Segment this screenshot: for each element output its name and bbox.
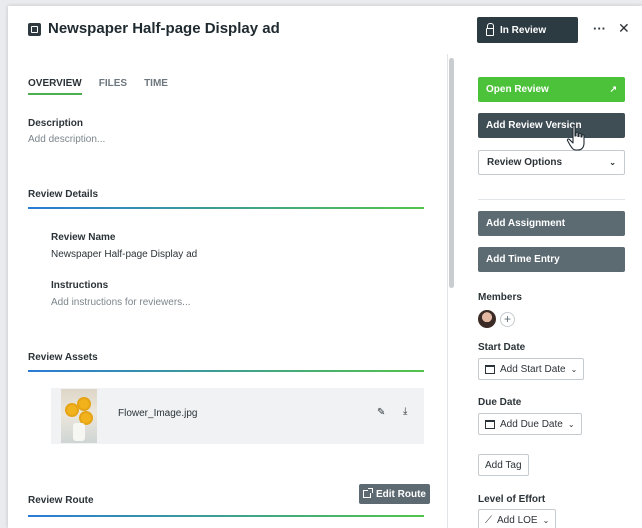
review-icon bbox=[28, 23, 41, 36]
more-options-icon[interactable]: ··· bbox=[593, 21, 606, 36]
status-button[interactable]: In Review bbox=[477, 17, 578, 43]
add-due-date-button[interactable]: Add Due Date ⌄ bbox=[478, 413, 582, 435]
avatar[interactable] bbox=[478, 310, 496, 328]
calendar-icon bbox=[485, 419, 495, 429]
tab-bar: OVERVIEW FILES TIME bbox=[28, 78, 168, 95]
asset-row[interactable]: Flower_Image.jpg ✎ ⤓ bbox=[51, 388, 424, 444]
open-review-label: Open Review bbox=[486, 84, 549, 95]
flower-shape bbox=[67, 405, 77, 415]
add-loe-button[interactable]: ⟋ Add LOE ⌄ bbox=[478, 509, 557, 528]
asset-thumbnail bbox=[61, 389, 97, 443]
chevron-down-icon: ⌄ bbox=[609, 158, 616, 167]
instructions-label: Instructions bbox=[51, 280, 109, 291]
review-route-heading: Review Route bbox=[28, 495, 94, 506]
review-modal: Newspaper Half-page Display ad In Review… bbox=[8, 6, 642, 528]
description-label: Description bbox=[28, 118, 84, 129]
external-link-icon: ↗ bbox=[609, 84, 617, 94]
add-member-button[interactable]: + bbox=[500, 312, 515, 327]
asset-name[interactable]: Flower_Image.jpg bbox=[118, 408, 197, 419]
review-options-label: Review Options bbox=[487, 157, 563, 168]
download-icon[interactable]: ⤓ bbox=[403, 406, 407, 417]
sidebar-divider bbox=[478, 199, 625, 200]
overview-panel: OVERVIEW FILES TIME Description Add desc… bbox=[8, 54, 448, 528]
review-name-field[interactable]: Newspaper Half-page Display ad bbox=[51, 249, 197, 260]
flower-shape bbox=[79, 399, 89, 409]
add-due-date-label: Add Due Date bbox=[500, 418, 563, 430]
status-label: In Review bbox=[500, 24, 547, 36]
add-start-date-button[interactable]: Add Start Date ⌄ bbox=[478, 358, 585, 380]
edit-route-label: Edit Route bbox=[376, 488, 426, 500]
level-of-effort-label: Level of Effort bbox=[478, 494, 546, 505]
edit-route-button[interactable]: Edit Route bbox=[359, 484, 430, 504]
add-tag-button[interactable]: Add Tag bbox=[478, 454, 529, 476]
actions-sidebar: Open Review ↗ Add Review Version Review … bbox=[456, 54, 642, 528]
calendar-icon bbox=[485, 364, 495, 374]
add-assignment-button[interactable]: Add Assignment bbox=[478, 211, 625, 236]
hand-cursor-icon bbox=[566, 124, 585, 151]
section-divider bbox=[28, 370, 424, 372]
description-input[interactable]: Add description... bbox=[28, 134, 105, 145]
chevron-down-icon: ⌄ bbox=[542, 515, 550, 525]
vase-shape bbox=[73, 423, 85, 441]
add-time-entry-button[interactable]: Add Time Entry bbox=[478, 247, 625, 272]
add-loe-label: Add LOE bbox=[497, 514, 538, 526]
chevron-down-icon: ⌄ bbox=[567, 419, 575, 429]
modal-header: Newspaper Half-page Display ad In Review… bbox=[8, 6, 642, 54]
page-title: Newspaper Half-page Display ad bbox=[48, 20, 280, 37]
review-name-label: Review Name bbox=[51, 232, 116, 243]
review-options-dropdown[interactable]: Review Options ⌄ bbox=[478, 150, 625, 175]
add-review-version-button[interactable]: Add Review Version bbox=[478, 113, 625, 138]
tab-files[interactable]: FILES bbox=[99, 78, 127, 95]
flower-shape bbox=[81, 413, 91, 423]
lock-icon bbox=[486, 22, 494, 36]
tab-time[interactable]: TIME bbox=[144, 78, 168, 95]
open-review-button[interactable]: Open Review ↗ bbox=[478, 77, 625, 102]
external-link-icon bbox=[363, 488, 373, 498]
section-divider bbox=[28, 515, 424, 517]
scrollbar[interactable] bbox=[449, 58, 454, 288]
edit-icon[interactable]: ✎ bbox=[377, 407, 385, 418]
close-icon[interactable]: ✕ bbox=[618, 20, 630, 37]
start-date-label: Start Date bbox=[478, 342, 526, 353]
review-assets-heading: Review Assets bbox=[28, 352, 98, 363]
review-details-heading: Review Details bbox=[28, 189, 99, 200]
members-label: Members bbox=[478, 292, 522, 303]
chevron-down-icon: ⌄ bbox=[570, 364, 578, 374]
tab-overview[interactable]: OVERVIEW bbox=[28, 78, 82, 95]
due-date-label: Due Date bbox=[478, 397, 522, 408]
section-divider bbox=[28, 207, 424, 209]
effort-icon: ⟋ bbox=[485, 514, 492, 526]
instructions-input[interactable]: Add instructions for reviewers... bbox=[51, 297, 191, 308]
add-start-date-label: Add Start Date bbox=[500, 363, 566, 375]
